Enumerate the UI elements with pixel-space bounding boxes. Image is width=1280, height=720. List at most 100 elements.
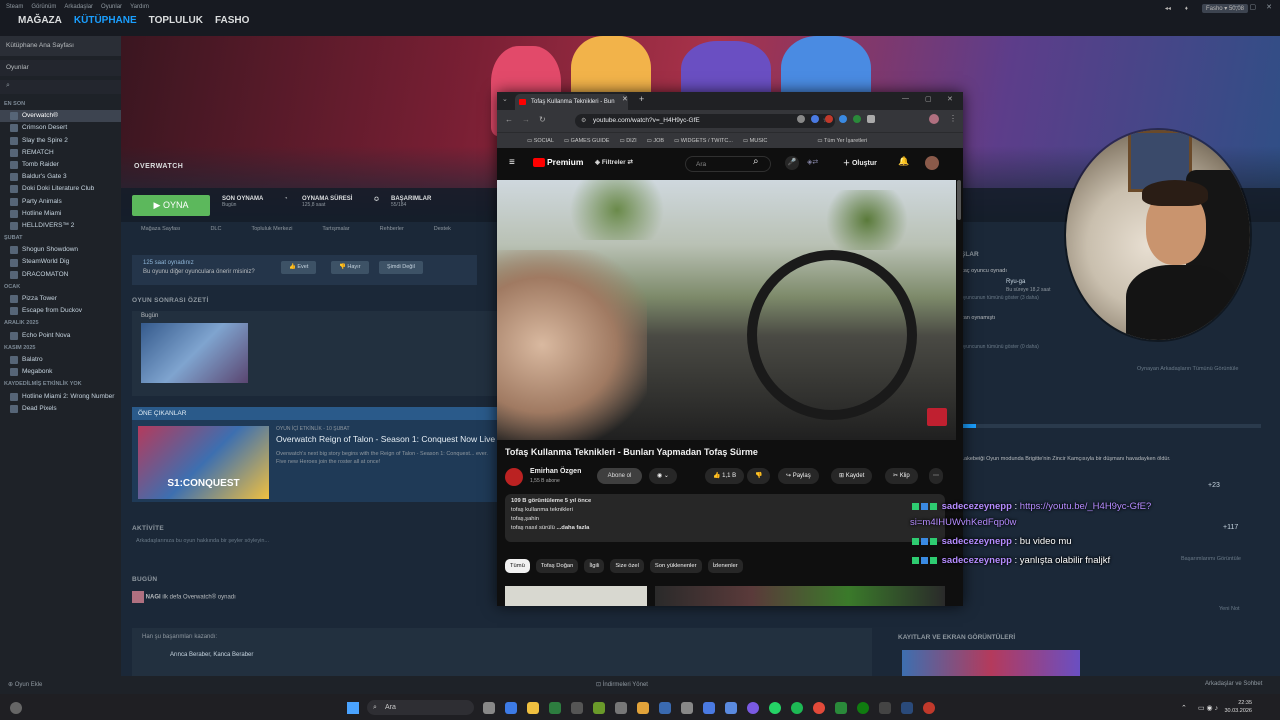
close-icon[interactable]: ✕ (947, 95, 953, 103)
screenshot-thumbnail[interactable] (902, 650, 1080, 676)
game-item[interactable]: Escape from Duckov (0, 305, 121, 317)
scrollbar[interactable] (957, 180, 961, 220)
app-icon[interactable] (549, 702, 561, 714)
game-item[interactable]: Tomb Raider (0, 159, 121, 171)
menu-view[interactable]: Görünüm (31, 4, 56, 10)
folder-icon[interactable] (637, 702, 649, 714)
game-item[interactable]: DRACOMATON (0, 269, 121, 281)
chip-related[interactable]: İlgili (584, 559, 605, 573)
subnav-guides[interactable]: Rehberler (380, 226, 404, 240)
library-filter-dropdown[interactable]: Oyunlar (0, 60, 121, 76)
game-item[interactable]: Doki Doki Literature Club (0, 183, 121, 195)
more-actions-icon[interactable]: ⋯ (929, 468, 943, 484)
section-header[interactable]: OCAK (0, 281, 121, 293)
app-icon[interactable] (703, 702, 715, 714)
extension-icon[interactable] (839, 115, 847, 123)
menu-games[interactable]: Oyunlar (101, 4, 122, 10)
game-item[interactable]: Balatro (0, 354, 121, 366)
app-icon[interactable] (725, 702, 737, 714)
minimize-icon[interactable]: — (1233, 3, 1240, 11)
maximize-icon[interactable]: ▢ (1250, 3, 1257, 11)
notification-bell-icon[interactable]: ♦ (1185, 6, 1188, 12)
game-item[interactable]: Party Animals (0, 196, 121, 208)
recommend-later-button[interactable]: Şimdi Değil (379, 261, 423, 274)
microphone-icon[interactable]: 🎤 (785, 156, 799, 170)
like-button[interactable]: 👍 1,1 B (705, 468, 745, 484)
video-player[interactable] (497, 180, 956, 440)
game-item[interactable]: Overwatch® (0, 110, 121, 123)
tray-icons[interactable]: ▭ ◉ ♪ (1198, 704, 1218, 712)
chip-recent[interactable]: Son yüklenenler (649, 559, 702, 573)
search-icon[interactable]: ⌕ (753, 156, 759, 167)
chip-for-you[interactable]: Size özel (610, 559, 644, 573)
obs-icon[interactable] (747, 702, 759, 714)
nav-library[interactable]: KÜTÜPHANE (74, 15, 137, 26)
reload-icon[interactable]: ↻ (539, 115, 546, 124)
app-icon[interactable] (835, 702, 847, 714)
play-button[interactable]: ▶ OYNA (132, 195, 210, 216)
copilot-icon[interactable] (505, 702, 517, 714)
post-game-screenshot[interactable] (141, 323, 248, 383)
menu-friends[interactable]: Arkadaşlar (64, 4, 93, 10)
game-item[interactable]: Megabonk (0, 366, 121, 378)
channel-name[interactable]: Emirhan Özgen (530, 468, 581, 475)
friends-view-all[interactable]: Oynayan Arkadaşların Tümünü Görüntüle (1137, 366, 1238, 372)
app-icon[interactable] (593, 702, 605, 714)
youtube-avatar[interactable] (925, 156, 939, 170)
bookmark-games-guide[interactable]: ▭ GAMES GUIDE (564, 138, 610, 144)
friends-show-all-link[interactable]: oyuncunun tümünü göster (3 daha) (961, 295, 1039, 301)
tab-close-icon[interactable]: ✕ (622, 95, 628, 103)
extension-icon[interactable] (797, 115, 805, 123)
library-home-button[interactable]: Kütüphane Ana Sayfası (0, 36, 121, 56)
menu-steam[interactable]: Steam (6, 4, 23, 10)
bookmark-job[interactable]: ▭ JOB (647, 138, 664, 144)
add-game-button[interactable]: ⊕ Oyun Ekle (8, 681, 42, 688)
maximize-icon[interactable]: ▢ (925, 95, 932, 103)
share-button[interactable]: ↪ Paylaş (778, 468, 819, 484)
bookmark-widgets[interactable]: ▭ WIDGETS / TWITC... (674, 138, 733, 144)
subnav-support[interactable]: Destek (434, 226, 451, 240)
whatsapp-icon[interactable] (769, 702, 781, 714)
game-item[interactable]: Dead Pixels (0, 403, 121, 415)
tab-search-icon[interactable]: ⌄ (502, 95, 508, 103)
video-thumbnail[interactable] (655, 586, 945, 606)
chat-link[interactable]: https://youtu.be/_H4H9yc-GfE? (1020, 501, 1151, 512)
game-item[interactable]: REMATCH (0, 147, 121, 159)
bookmark-social[interactable]: ▭ SOCIAL (527, 138, 554, 144)
subnav-store-page[interactable]: Mağaza Sayfası (141, 226, 180, 240)
all-bookmarks[interactable]: ▭ Tüm Yer İşaretleri (817, 138, 867, 144)
app-icon[interactable] (659, 702, 671, 714)
section-header[interactable]: ARALIK 2025 (0, 317, 121, 329)
extensions-puzzle-icon[interactable] (867, 115, 875, 123)
friend-name[interactable]: Ryu-ga (1006, 279, 1025, 285)
nav-store[interactable]: MAĞAZA (18, 15, 62, 26)
game-item[interactable]: Hotline Miami (0, 208, 121, 220)
game-item[interactable]: HELLDIVERS™ 2 (0, 220, 121, 232)
youtube-logo[interactable]: Premium (533, 157, 583, 168)
task-view-icon[interactable] (483, 702, 495, 714)
recommend-no-button[interactable]: 👎 Hayır (331, 261, 369, 274)
app-icon[interactable] (923, 702, 935, 714)
achievements-stat[interactable]: BAŞARIMLAR 55/184 (391, 196, 431, 208)
xbox-icon[interactable] (857, 702, 869, 714)
subnav-discussions[interactable]: Tartışmalar (322, 226, 349, 240)
app-icon[interactable] (681, 702, 693, 714)
new-tab-icon[interactable]: + (639, 94, 644, 104)
recommend-yes-button[interactable]: 👍 Evet (281, 261, 317, 274)
news-link[interactable]: Yeni Not (1219, 606, 1240, 612)
chat-link[interactable]: si=m4IHUWvhKedFqp0w (910, 517, 1016, 528)
game-item[interactable]: Shogun Showdown (0, 244, 121, 256)
file-explorer-icon[interactable] (527, 702, 539, 714)
subnav-dlc[interactable]: DLC (210, 226, 221, 240)
game-item[interactable]: SteamWorld Dig (0, 256, 121, 268)
activity-game[interactable]: Overwatch® oynadı (183, 595, 236, 601)
bookmark-dizi[interactable]: ▭ DIZI (619, 138, 636, 144)
section-header[interactable]: KASIM 2025 (0, 342, 121, 354)
extension-icon[interactable] (825, 115, 833, 123)
subnav-community-hub[interactable]: Topluluk Merkezi (251, 226, 292, 240)
nav-profile[interactable]: FASHO (215, 15, 249, 26)
hamburger-menu-icon[interactable]: ≡ (509, 157, 515, 168)
subscribe-button[interactable]: Abone ol (597, 468, 642, 484)
video-description[interactable]: 109 B görüntüleme 5 yıl önce tofaş kulla… (505, 494, 945, 542)
view-achievements-link[interactable]: Başarımlarımı Görüntüle (1181, 556, 1241, 562)
